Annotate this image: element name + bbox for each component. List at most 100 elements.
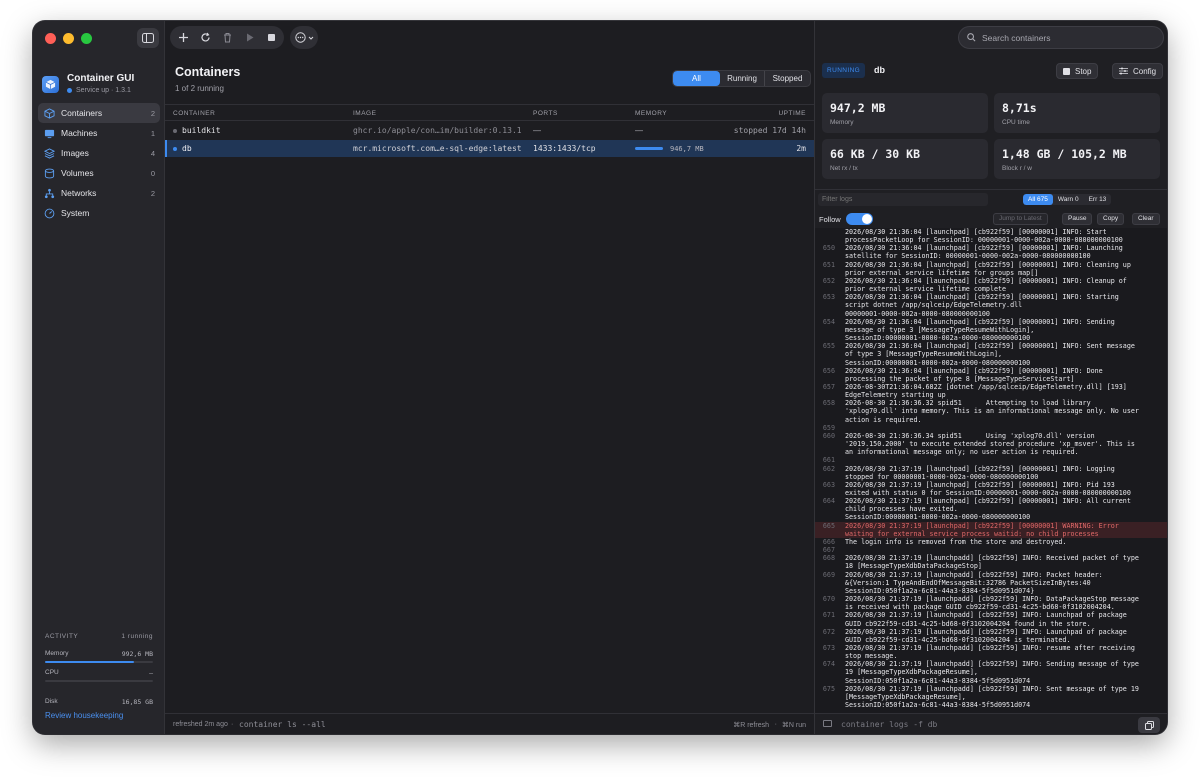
stop-label: Stop <box>1075 66 1092 76</box>
containers-view: Containers 1 of 2 running All Running St… <box>165 21 814 734</box>
log-line: 659 <box>815 424 1167 432</box>
log-line-number: 655 <box>822 342 835 351</box>
filter-logs-input[interactable] <box>818 193 988 206</box>
sidebar-item-containers[interactable]: Containers 2 <box>38 103 160 123</box>
log-line-text <box>845 546 1157 554</box>
level-all[interactable]: All 675 <box>1023 194 1053 205</box>
follow-toggle[interactable] <box>845 213 873 225</box>
log-line-number: 673 <box>822 643 835 652</box>
layers-icon <box>43 147 55 159</box>
log-line-number: 672 <box>822 627 835 636</box>
stat-label: Memory <box>830 119 854 126</box>
sidebar-item-label: Machines <box>61 128 98 138</box>
column-ports[interactable]: PORTS <box>533 110 558 117</box>
column-memory[interactable]: MEMORY <box>635 110 667 117</box>
stop-container-button[interactable]: Stop <box>1056 63 1099 79</box>
log-line-number: 663 <box>822 480 835 489</box>
refreshed-text: refreshed 2m ago <box>173 721 228 728</box>
copy-logs-button[interactable]: Copy <box>1097 213 1125 225</box>
copy-icon <box>1144 720 1154 730</box>
filter-all[interactable]: All <box>673 71 720 86</box>
search-input[interactable] <box>982 32 1152 43</box>
zoom-window-button[interactable] <box>81 33 92 44</box>
log-line: 671 2026/08/30 21:37:19 [launchpadd] [cb9… <box>815 611 1167 627</box>
log-line-text <box>845 456 1157 464</box>
container-name: db <box>182 144 192 153</box>
stopped-status-dot <box>173 129 177 133</box>
log-line-number: 669 <box>822 570 835 579</box>
sidebar-item-count: 1 <box>150 128 155 138</box>
refresh-shortcut-hint: ⌘R refresh <box>733 722 769 729</box>
last-command: container ls --all <box>239 720 326 729</box>
log-line-text: 2026/08/30 21:37:19 [launchpadd] [cb922f… <box>845 570 1103 595</box>
stat-block-io: 1,48 GB / 105,2 MB Block r / w <box>994 139 1160 179</box>
search-field[interactable] <box>958 26 1164 49</box>
cpu-bar <box>45 680 153 682</box>
sidebar-item-images[interactable]: Images 4 <box>38 143 160 163</box>
log-line-number: 671 <box>822 611 835 620</box>
sidebar-item-networks[interactable]: Networks 2 <box>38 183 160 203</box>
copy-command-button[interactable] <box>1138 717 1160 733</box>
cube-icon <box>45 79 56 90</box>
sidebar-item-label: Containers <box>61 108 103 118</box>
sidebar-item-label: Images <box>61 148 89 158</box>
filter-running[interactable]: Running <box>720 71 765 86</box>
app-logo <box>42 76 59 93</box>
log-output[interactable]: 2026/08/30 21:36:04 [launchpad] [cb922f5… <box>815 228 1167 713</box>
gauge-icon <box>43 207 55 219</box>
log-line-text: 2026/08/30 21:37:19 [launchpadd] [cb922f… <box>845 595 1139 612</box>
stop-icon <box>1063 67 1070 75</box>
column-image[interactable]: IMAGE <box>353 110 376 117</box>
disk-value: 16,85 GB <box>121 698 153 706</box>
column-container[interactable]: CONTAINER <box>173 110 215 117</box>
table-row-selected[interactable]: db mcr.microsoft.com…e-sql-edge:latest 1… <box>165 140 814 157</box>
log-line-text: 2026-08-30T21:36:04.682Z [dotnet /app/sq… <box>845 382 1127 400</box>
column-uptime[interactable]: UPTIME <box>778 110 806 117</box>
log-line-number: 667 <box>822 546 835 555</box>
activity-title: ACTIVITY <box>45 633 79 640</box>
log-line: 661 <box>815 456 1167 464</box>
separator: · <box>231 721 234 728</box>
log-line-number: 661 <box>822 456 835 465</box>
sidebar-item-system[interactable]: System <box>38 203 160 223</box>
stat-network: 66 KB / 30 KB Net rx / tx <box>822 139 988 179</box>
log-line-number: 659 <box>822 423 835 432</box>
log-line: 668 2026/08/30 21:37:19 [launchpadd] [cb9… <box>815 554 1167 570</box>
log-line-number <box>815 228 845 244</box>
log-line: 662 2026/08/30 21:37:19 [launchpad] [cb92… <box>815 465 1167 481</box>
stat-value: 8,71s <box>1002 101 1037 115</box>
log-line-number: 664 <box>822 497 835 506</box>
search-icon <box>967 33 976 42</box>
table-row[interactable]: buildkit ghcr.io/apple/con…im/builder:0.… <box>165 122 814 139</box>
log-line: 657 2026-08-30T21:36:04.682Z [dotnet /app… <box>815 383 1167 399</box>
log-line-text <box>845 424 1157 432</box>
log-line: 674 2026/08/30 21:37:19 [launchpadd] [cb9… <box>815 660 1167 684</box>
close-window-button[interactable] <box>45 33 56 44</box>
pause-button[interactable]: Pause <box>1062 213 1093 225</box>
sidebar-item-machines[interactable]: Machines 1 <box>38 123 160 143</box>
log-line-number: 652 <box>822 276 835 285</box>
review-housekeeping-link[interactable]: Review housekeeping <box>45 711 123 720</box>
config-button[interactable]: Config <box>1112 63 1164 79</box>
status-bar: refreshed 2m ago · container ls --all ⌘R… <box>165 713 814 734</box>
sidebar-item-label: Volumes <box>61 168 94 178</box>
log-line-text: 2026-08-30 21:36:36.34 spid51 Using 'xpl… <box>845 431 1135 457</box>
cube-icon <box>43 107 55 119</box>
app-window: Container GUI Service up · 1.3.1 Contain… <box>33 21 1167 734</box>
clear-logs-button[interactable]: Clear <box>1132 213 1160 225</box>
memory-usage-bar <box>635 147 663 150</box>
sidebar-toggle-button[interactable] <box>137 28 159 48</box>
minimize-window-button[interactable] <box>63 33 74 44</box>
sidebar-item-count: 2 <box>150 188 155 198</box>
detail-panel: RUNNING db Stop Config 947,2 MB Memory 8… <box>814 21 1167 734</box>
log-line-text: 2026/08/30 21:37:19 [launchpadd] [cb922f… <box>845 611 1127 628</box>
log-line-text: 2026/08/30 21:37:19 [launchpadd] [cb922f… <box>845 660 1139 685</box>
filter-stopped[interactable]: Stopped <box>765 71 810 86</box>
level-err[interactable]: Err 13 <box>1084 194 1112 205</box>
sidebar-item-volumes[interactable]: Volumes 0 <box>38 163 160 183</box>
level-warn[interactable]: Warn 0 <box>1053 194 1084 205</box>
log-line-text: 2026/08/30 21:36:04 [launchpad] [cb922f5… <box>845 276 1127 294</box>
log-line-number: 658 <box>822 399 835 408</box>
log-line-number: 656 <box>822 366 835 375</box>
jump-to-latest-button[interactable]: Jump to Latest <box>993 213 1048 225</box>
